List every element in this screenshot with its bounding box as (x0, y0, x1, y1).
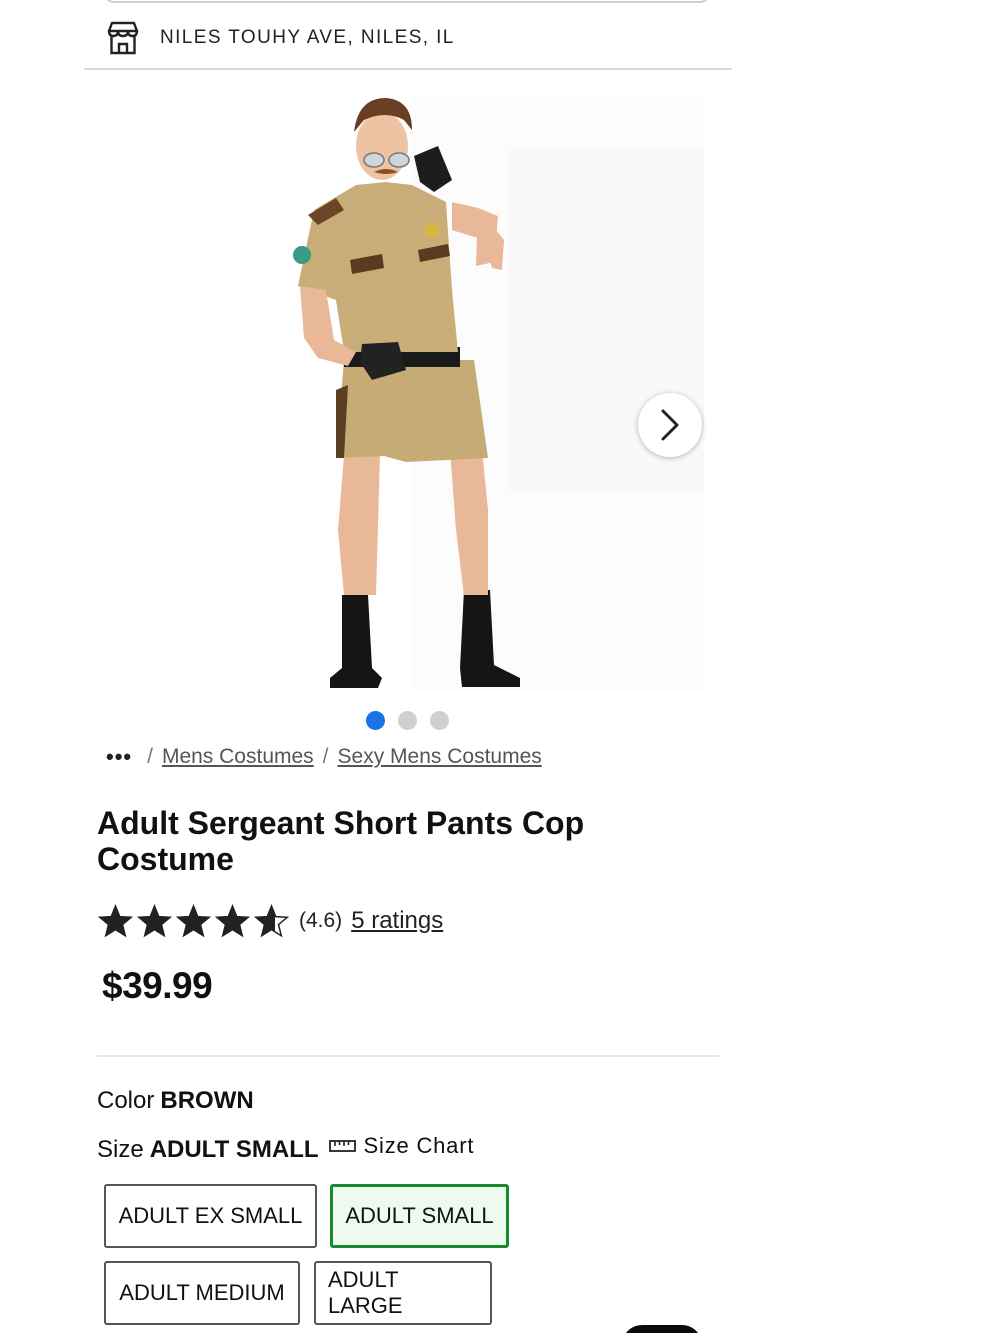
breadcrumb-separator: / (147, 745, 153, 768)
color-label: Color (97, 1087, 155, 1114)
size-option-adult-small[interactable]: ADULT SMALL (330, 1184, 509, 1248)
divider (97, 1055, 719, 1057)
size-chart-label: Size Chart (363, 1133, 475, 1158)
pagination-dot[interactable] (430, 711, 449, 730)
next-image-button[interactable] (638, 393, 702, 457)
product-price: $39.99 (102, 965, 213, 1006)
star-full-icon (176, 903, 211, 937)
divider (84, 68, 732, 70)
search-field-edge[interactable] (104, 0, 710, 3)
breadcrumb-separator: / (322, 745, 329, 768)
star-full-icon (98, 903, 133, 937)
breadcrumb: ••• / Mens Costumes / Sexy Mens Costumes (106, 744, 542, 770)
rating-row: (4.6) 5 ratings (98, 900, 443, 942)
size-selection: Size ADULT SMALL Size Chart (97, 1133, 475, 1164)
breadcrumb-link-mens-costumes[interactable]: Mens Costumes (162, 745, 314, 769)
breadcrumb-link-sexy-mens-costumes[interactable]: Sexy Mens Costumes (338, 745, 542, 769)
product-title: Adult Sergeant Short Pants Cop Costume (97, 805, 585, 877)
ruler-icon (328, 1140, 356, 1152)
product-page: NILES TOUHY AVE, NILES, IL ••• / Mens Co… (0, 0, 1000, 1333)
color-selection: Color BROWN (97, 1087, 254, 1115)
product-gallery[interactable] (86, 90, 706, 700)
breadcrumb-more[interactable]: ••• (106, 744, 132, 770)
size-option-adult-medium[interactable]: ADULT MEDIUM (104, 1261, 300, 1325)
color-value: BROWN (160, 1087, 254, 1114)
gallery-pagination (366, 711, 449, 730)
star-full-icon (215, 903, 250, 937)
size-chart-link[interactable]: Size Chart (328, 1133, 475, 1159)
store-icon (107, 21, 139, 55)
floating-action-button[interactable] (622, 1325, 702, 1333)
star-partial-icon (254, 903, 289, 937)
size-value: ADULT SMALL (149, 1136, 319, 1163)
size-option-adult-large[interactable]: ADULT LARGE (314, 1261, 492, 1325)
pagination-dot[interactable] (398, 711, 417, 730)
size-label: Size (97, 1136, 144, 1163)
store-selector[interactable]: NILES TOUHY AVE, NILES, IL (104, 17, 455, 59)
rating-value: (4.6) (299, 909, 343, 932)
star-rating (98, 903, 289, 939)
size-option-adult-ex-small[interactable]: ADULT EX SMALL (104, 1184, 317, 1248)
product-image (293, 98, 520, 688)
chevron-right-icon (661, 409, 679, 441)
star-full-icon (137, 903, 172, 937)
store-location: NILES TOUHY AVE, NILES, IL (160, 27, 455, 48)
ratings-link[interactable]: 5 ratings (351, 907, 443, 935)
pagination-dot-active[interactable] (366, 711, 385, 730)
